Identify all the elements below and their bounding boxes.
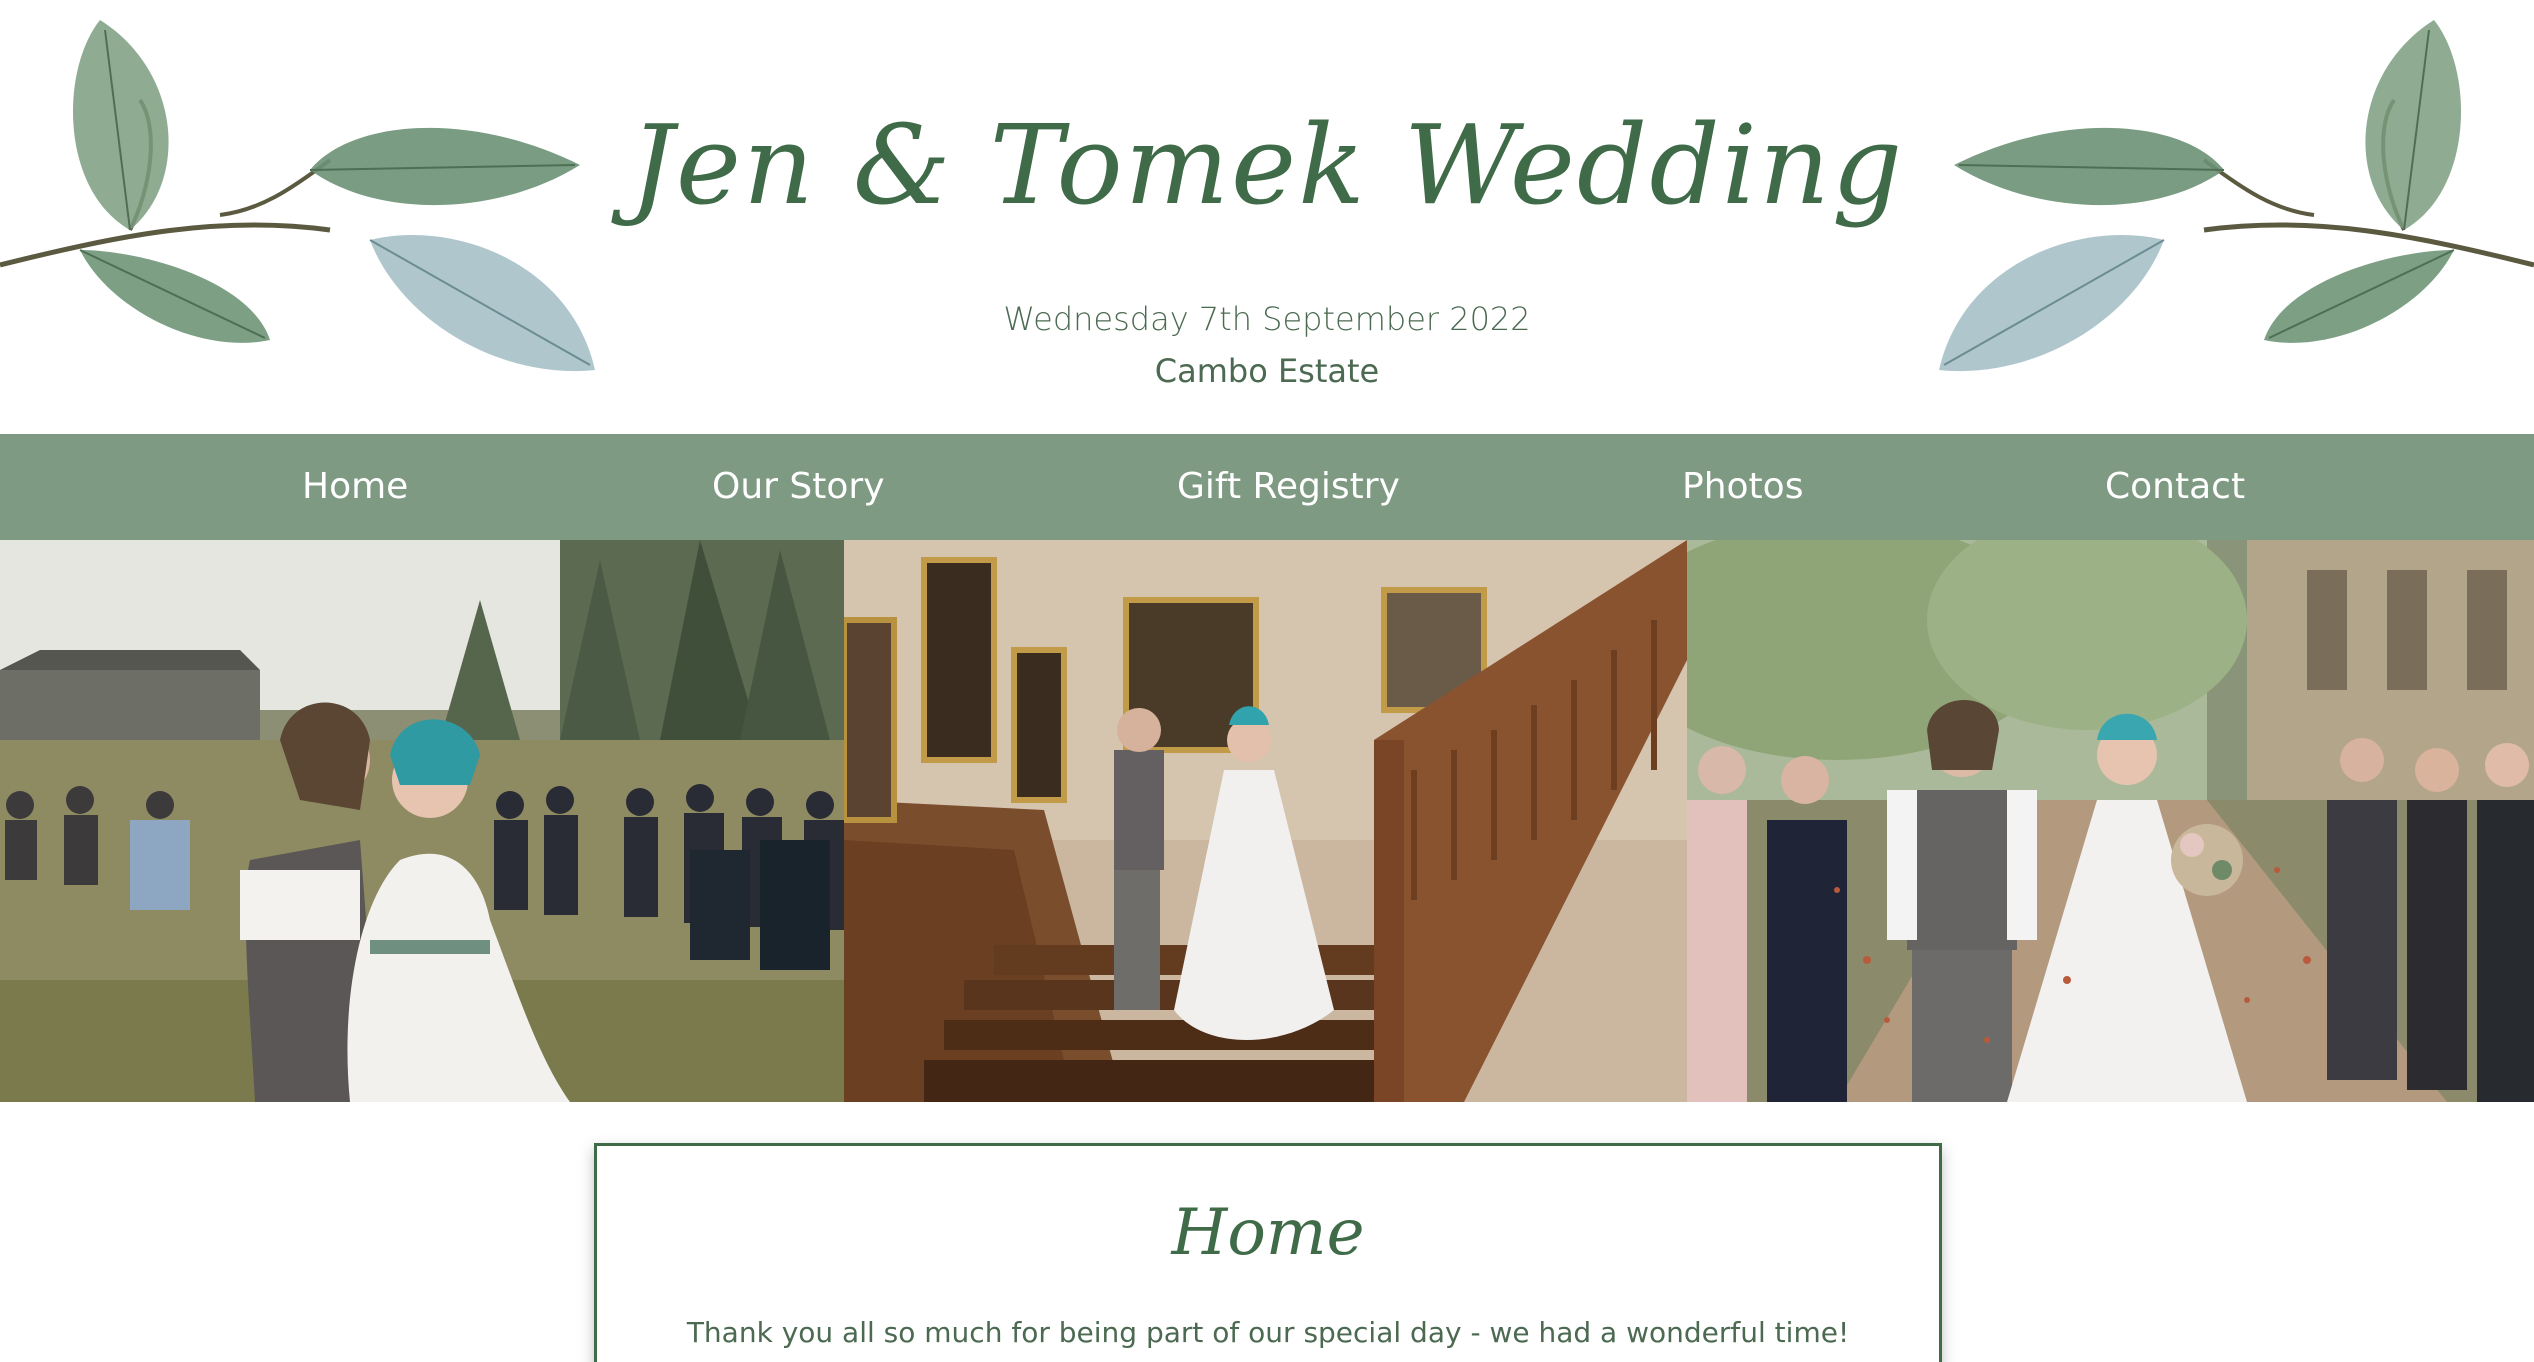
photo-ceremony-embrace [0,540,844,1102]
nav-item-home[interactable]: Home [302,434,408,540]
page: Jen & Tomek Wedding Wednesday 7th Septem… [0,0,2534,1362]
event-venue: Cambo Estate [1154,352,1380,390]
nav-item-contact[interactable]: Contact [2105,434,2245,540]
section-text: Thank you all so much for being part of … [686,1316,1850,1349]
photo-banner [0,540,2534,1102]
nav-item-photos[interactable]: Photos [1682,434,1803,540]
content-card: Home Thank you all so much for being par… [594,1143,1942,1362]
section-heading: Home [1171,1196,1365,1270]
photo-staircase [844,540,1687,1102]
main-navigation: Home Our Story Gift Registry Photos Cont… [0,434,2534,540]
photo-confetti-walk [1687,540,2534,1102]
site-title: Jen & Tomek Wedding [629,101,1905,229]
nav-item-our-story[interactable]: Our Story [712,434,885,540]
event-date: Wednesday 7th September 2022 [1003,300,1531,338]
site-header: Jen & Tomek Wedding Wednesday 7th Septem… [0,0,2534,434]
nav-item-gift-registry[interactable]: Gift Registry [1177,434,1400,540]
